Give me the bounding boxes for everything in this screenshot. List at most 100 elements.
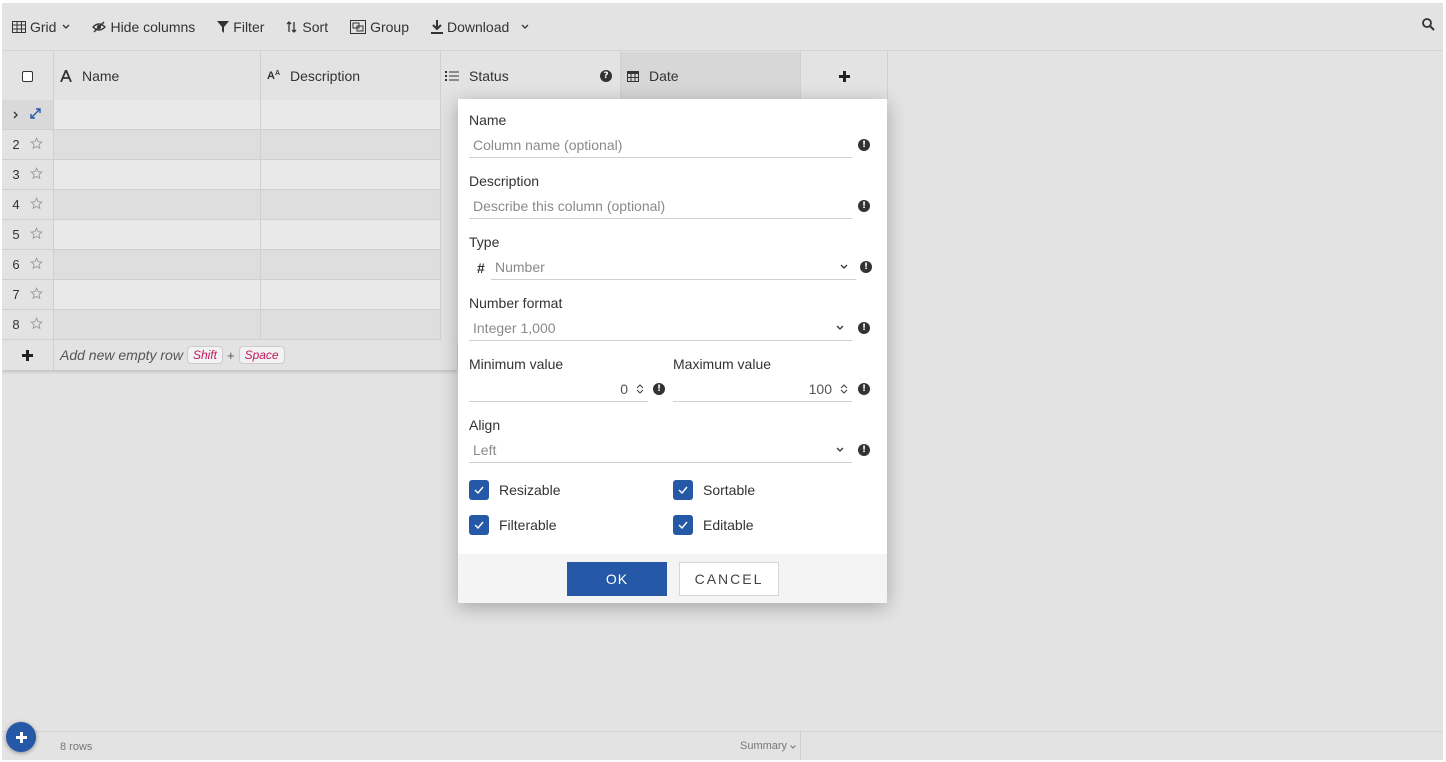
table-cell[interactable] (54, 100, 261, 130)
resizable-label: Resizable (499, 482, 561, 498)
maximum-value-stepper[interactable] (840, 383, 848, 395)
maximum-value-input[interactable]: 100 (673, 376, 852, 402)
number-format-select[interactable]: Integer 1,000 (469, 315, 852, 341)
summary-dropdown[interactable]: Summary (740, 740, 796, 752)
column-name-input[interactable]: Column name (optional) (469, 132, 852, 158)
select-all-checkbox[interactable] (2, 52, 54, 100)
info-icon[interactable]: ! (858, 322, 870, 334)
search-button[interactable] (1422, 18, 1435, 34)
chevron-down-icon (790, 745, 796, 749)
info-icon[interactable]: ! (653, 383, 665, 395)
search-icon (1422, 18, 1435, 31)
editable-checkbox[interactable]: Editable (673, 515, 754, 535)
table-row[interactable]: 7 (2, 280, 441, 310)
sort-icon (286, 20, 297, 33)
add-row-bar[interactable]: Add new empty row Shift + Space (2, 340, 457, 370)
expand-icon[interactable] (30, 107, 41, 122)
editable-label: Editable (703, 517, 754, 533)
star-icon[interactable] (30, 316, 43, 333)
table-cell[interactable] (54, 130, 261, 160)
hide-columns-label: Hide columns (110, 18, 196, 35)
table-cell[interactable] (54, 160, 261, 190)
table-cell[interactable] (54, 220, 261, 250)
minimum-value-stepper[interactable] (636, 383, 644, 395)
table-cell[interactable] (54, 250, 261, 280)
dialog-footer: OK CANCEL (458, 554, 887, 603)
star-icon[interactable] (30, 256, 43, 273)
info-icon[interactable]: ! (858, 444, 870, 456)
eye-slash-icon (92, 21, 107, 32)
table-row[interactable]: 2 (2, 130, 441, 160)
row-number: 8 (12, 317, 20, 332)
column-description-placeholder: Describe this column (optional) (473, 197, 666, 214)
hide-columns-button[interactable]: Hide columns (92, 19, 195, 35)
table-cell[interactable] (261, 310, 441, 340)
table-cell[interactable] (261, 130, 441, 160)
column-description-label: Description (290, 68, 361, 84)
cancel-button[interactable]: CANCEL (679, 562, 779, 596)
star-icon[interactable] (30, 166, 43, 183)
resizable-checkbox[interactable]: Resizable (469, 480, 560, 500)
type-select[interactable]: Number (491, 254, 856, 280)
checkmark-icon (673, 480, 693, 500)
table-cell[interactable] (261, 250, 441, 280)
table-cell[interactable] (261, 190, 441, 220)
row-number: 3 (12, 167, 20, 182)
grid-view-button[interactable]: Grid (12, 19, 70, 35)
table-cell[interactable] (261, 220, 441, 250)
minimum-value-input[interactable]: 0 (469, 376, 648, 402)
info-icon[interactable]: ! (858, 383, 870, 395)
column-header-name[interactable]: Name (54, 52, 261, 100)
table-row[interactable]: 4 (2, 190, 441, 220)
type-value: Number (495, 258, 545, 275)
column-header-description[interactable]: AA Description (261, 52, 441, 100)
align-select[interactable]: Left (469, 437, 852, 463)
row-expand-chevron-icon[interactable] (2, 107, 30, 122)
info-icon[interactable]: ! (858, 139, 870, 151)
chevron-down-icon (840, 264, 848, 269)
sortable-checkbox[interactable]: Sortable (673, 480, 755, 500)
download-button[interactable]: Download (431, 19, 529, 35)
table-row[interactable]: 5 (2, 220, 441, 250)
row-index: 5 (2, 220, 54, 250)
sort-button[interactable]: Sort (286, 19, 328, 35)
table-row[interactable]: 3 (2, 160, 441, 190)
star-icon[interactable] (30, 226, 43, 243)
small-text-icon: AA (267, 70, 281, 82)
add-column-button[interactable] (801, 52, 888, 100)
table-row[interactable]: 6 (2, 250, 441, 280)
table-cell[interactable] (261, 280, 441, 310)
add-fab-button[interactable] (6, 722, 36, 752)
filter-label: Filter (233, 18, 265, 35)
grid-view-label: Grid (30, 18, 57, 35)
table-cell[interactable] (261, 100, 441, 130)
filter-button[interactable]: Filter (217, 19, 264, 35)
add-row-button[interactable] (2, 340, 54, 370)
group-label: Group (370, 18, 410, 35)
star-icon[interactable] (30, 286, 43, 303)
column-header-date[interactable]: Date (621, 52, 801, 100)
filterable-checkbox[interactable]: Filterable (469, 515, 557, 535)
table-cell[interactable] (54, 280, 261, 310)
column-header-status[interactable]: Status ? (441, 52, 621, 100)
row-number: 7 (12, 287, 20, 302)
info-icon[interactable]: ! (858, 200, 870, 212)
grid-header: Name AA Description Status ? Date (2, 52, 888, 100)
star-icon[interactable] (30, 196, 43, 213)
star-icon[interactable] (30, 136, 43, 153)
info-icon[interactable]: ! (860, 261, 872, 273)
group-button[interactable]: Group (350, 19, 409, 35)
number-type-icon: # (477, 260, 485, 276)
row-number: 6 (12, 257, 20, 272)
table-cell[interactable] (261, 160, 441, 190)
table-row[interactable] (2, 100, 441, 130)
column-description-input[interactable]: Describe this column (optional) (469, 193, 852, 219)
table-row[interactable]: 8 (2, 310, 441, 340)
plus-icon (838, 70, 850, 82)
table-cell[interactable] (54, 310, 261, 340)
footer-divider (800, 732, 801, 760)
help-icon[interactable]: ? (600, 70, 612, 82)
ok-button[interactable]: OK (567, 562, 667, 596)
table-cell[interactable] (54, 190, 261, 220)
row-index: 2 (2, 130, 54, 160)
